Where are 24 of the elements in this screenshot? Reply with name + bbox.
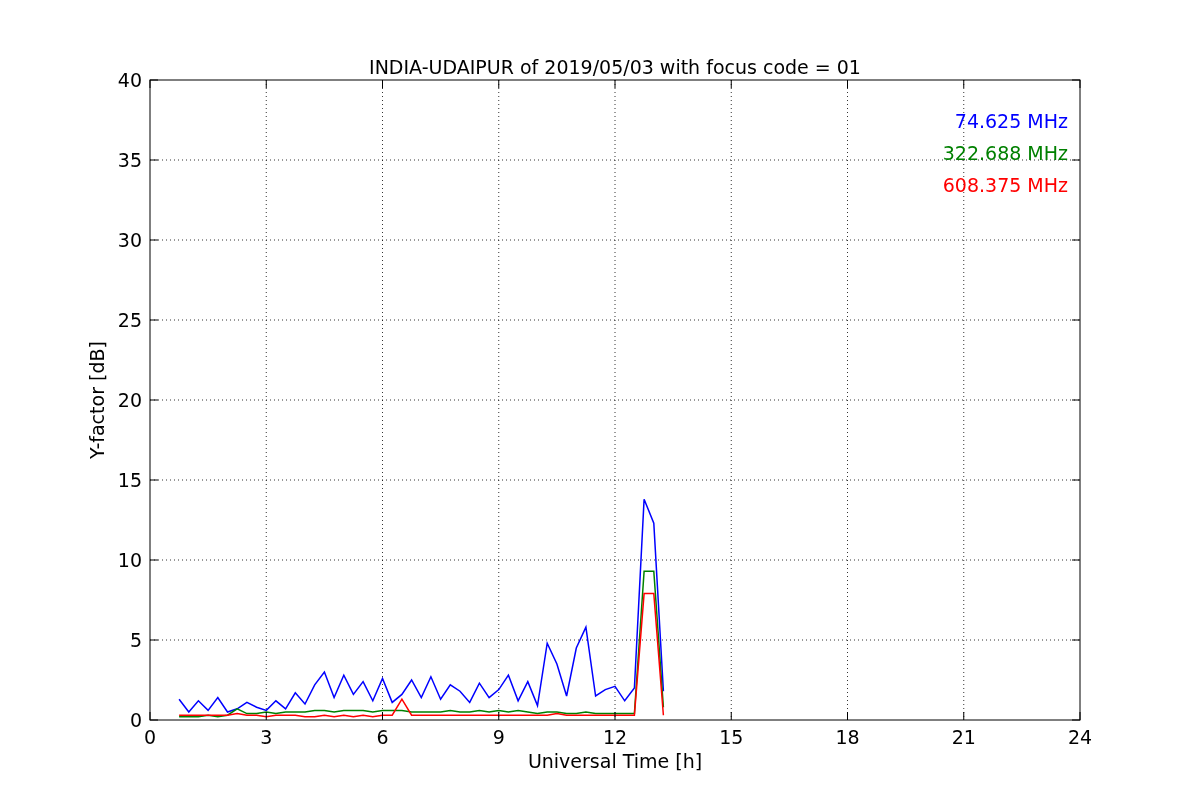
- y-tick-label: 40: [117, 69, 142, 91]
- y-tick-label: 0: [129, 709, 142, 731]
- x-tick-label: 15: [719, 726, 744, 748]
- y-tick-label: 20: [117, 389, 142, 411]
- y-tick-label: 15: [117, 469, 142, 491]
- x-axis-label: Universal Time [h]: [527, 750, 703, 772]
- y-tick-label: 10: [117, 549, 142, 571]
- x-tick-label: 9: [492, 726, 505, 748]
- y-tick-label: 30: [117, 229, 142, 251]
- x-tick-label: 0: [143, 726, 157, 748]
- y-tick-label: 25: [117, 309, 142, 331]
- y-axis-label: Y-factor [dB]: [86, 341, 108, 459]
- y-tick-label: 35: [117, 149, 142, 171]
- x-tick-label: 18: [835, 726, 860, 748]
- x-tick-label: 3: [260, 726, 273, 748]
- y-tick-label: 5: [129, 629, 142, 651]
- x-tick-label: 6: [376, 726, 389, 748]
- series-label: 608.375 MHz: [942, 174, 1068, 196]
- chart-title: INDIA-UDAIPUR of 2019/05/03 with focus code = 01: [369, 56, 861, 78]
- x-tick-label: 21: [951, 726, 976, 748]
- series-label: 74.625 MHz: [954, 110, 1068, 132]
- series-label: 322.688 MHz: [942, 142, 1068, 164]
- x-tick-label: 24: [1067, 726, 1093, 748]
- x-tick-label: 12: [602, 726, 628, 748]
